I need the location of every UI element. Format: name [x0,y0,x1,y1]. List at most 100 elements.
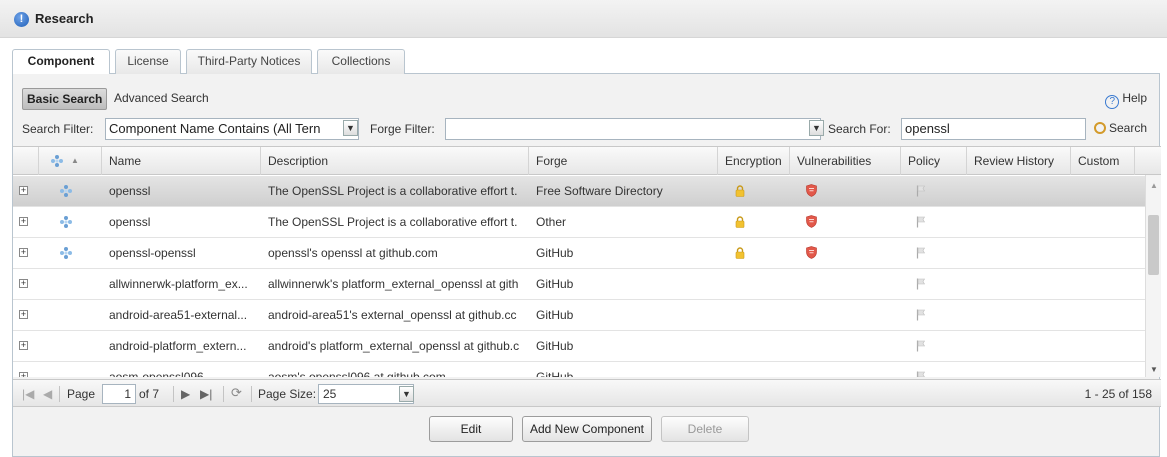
header-description[interactable]: Description [261,147,529,175]
scroll-thumb[interactable] [1148,215,1159,275]
search-input[interactable]: openssl [901,118,1086,140]
cell-forge: GitHub [536,339,574,353]
grid-header: ▲ Name Description Forge Encryption Vuln… [13,147,1161,175]
cell-name: openssl [109,184,151,198]
flag-icon[interactable] [916,185,926,197]
advanced-search-link[interactable]: Advanced Search [114,91,209,105]
cell-name: android-platform_extern... [109,339,247,353]
cell-forge: GitHub [536,277,574,291]
cell-name: openssl [109,215,151,229]
flag-icon[interactable] [916,216,926,228]
header-icon-col[interactable]: ▲ [39,147,102,175]
cell-description: android-area51's external_openssl at git… [268,308,517,322]
tab-collections[interactable]: Collections [317,49,405,74]
page-size-label: Page Size: [258,387,317,401]
component-panel: Basic Search Advanced Search ? Help Searc… [12,74,1161,457]
refresh-icon[interactable]: ⟳ [231,385,242,401]
cell-forge: GitHub [536,246,574,260]
component-cluster-icon [60,185,72,197]
table-row[interactable]: + android-platform_extern... android's pla… [13,331,1145,362]
help-icon: ? [1105,95,1120,109]
help-link[interactable]: ? Help [1105,91,1147,109]
prev-page-icon[interactable]: ◀ [43,387,52,401]
basic-search-button[interactable]: Basic Search [22,88,108,110]
action-bar: Edit Add New Component Delete [13,416,1161,442]
header-custom[interactable]: Custom [1071,147,1135,175]
shield-icon [806,246,817,259]
search-filter-label: Search Filter: [22,122,94,136]
cell-forge: GitHub [536,308,574,322]
page-number-input[interactable]: 1 [102,384,136,404]
expand-row-icon[interactable]: + [19,279,28,288]
flag-icon[interactable] [916,340,926,352]
flag-icon[interactable] [916,371,926,377]
pager-divider [173,386,174,402]
scroll-down-icon[interactable]: ▼ [1150,365,1158,374]
cell-description: openssl's openssl at github.com [268,246,438,260]
expand-row-icon[interactable]: + [19,186,28,195]
table-row[interactable]: + android-area51-external... android-area5… [13,300,1145,331]
delete-button[interactable]: Delete [661,416,749,442]
header-name[interactable]: Name [102,147,261,175]
search-filter-dropdown-icon[interactable]: ▼ [343,120,358,136]
table-row[interactable]: + openssl The OpenSSL Project is a collabo… [13,176,1145,207]
last-page-icon[interactable]: ▶| [200,387,212,401]
page-of-label: of 7 [139,387,160,401]
magnifier-icon [1093,122,1106,134]
table-row[interactable]: + openssl-openssl openssl's openssl at git… [13,238,1145,269]
tab-third-party-notices[interactable]: Third-Party Notices [186,49,312,74]
lock-icon [735,247,745,259]
cell-description: aosm's openssl096 at github.com [268,370,446,377]
expand-row-icon[interactable]: + [19,217,28,226]
header-expand-col [13,147,39,175]
first-page-icon[interactable]: |◀ [22,387,34,401]
flag-icon[interactable] [916,309,926,321]
search-filter-select[interactable]: Component Name Contains (All Tern [105,118,359,140]
header-review-history[interactable]: Review History [967,147,1071,175]
cell-forge: GitHub [536,370,574,377]
info-icon: ! [14,12,29,27]
cell-name: allwinnerwk-platform_ex... [109,277,248,291]
expand-row-icon[interactable]: + [19,341,28,350]
help-label: Help [1122,91,1147,105]
grid-scrollbar[interactable]: ▲ ▼ [1145,175,1161,377]
add-new-component-button[interactable]: Add New Component [522,416,652,442]
search-button[interactable]: Search [1093,121,1147,135]
forge-filter-dropdown-icon[interactable]: ▼ [809,120,824,136]
paging-toolbar: |◀ ◀ Page 1 of 7 ▶ ▶| ⟳ Page Size: 25 ▼ … [13,379,1161,407]
cell-description: allwinnerwk's platform_external_openssl … [268,277,519,291]
sort-asc-icon: ▲ [71,156,79,165]
page-size-dropdown-icon[interactable]: ▼ [399,386,414,402]
table-row[interactable]: + openssl The OpenSSL Project is a collabo… [13,207,1145,238]
forge-filter-select[interactable] [445,118,821,140]
expand-row-icon[interactable]: + [19,310,28,319]
header-forge[interactable]: Forge [529,147,718,175]
edit-button[interactable]: Edit [429,416,513,442]
expand-row-icon[interactable]: + [19,248,28,257]
cell-forge: Free Software Directory [536,184,663,198]
cell-description: The OpenSSL Project is a collaborative e… [268,184,518,198]
next-page-icon[interactable]: ▶ [181,387,190,401]
component-cluster-icon [60,216,72,228]
component-grid: ▲ Name Description Forge Encryption Vuln… [13,146,1161,377]
search-filter-value: Component Name Contains (All Tern [109,121,321,136]
tab-license[interactable]: License [115,49,181,74]
table-row[interactable]: + aosm-openssl096 aosm's openssl096 at git… [13,362,1145,377]
window-title: Research [35,11,94,26]
header-vulnerabilities[interactable]: Vulnerabilities [790,147,901,175]
scroll-up-icon[interactable]: ▲ [1150,181,1158,190]
table-row[interactable]: + allwinnerwk-platform_ex... allwinnerwk's… [13,269,1145,300]
component-cluster-icon [60,247,72,259]
pager-divider [59,386,60,402]
header-policy[interactable]: Policy [901,147,967,175]
component-cluster-icon [51,155,63,167]
pager-divider [251,386,252,402]
cell-description: The OpenSSL Project is a collaborative e… [268,215,518,229]
shield-icon [806,215,817,228]
cell-description: android's platform_external_openssl at g… [268,339,520,353]
flag-icon[interactable] [916,247,926,259]
flag-icon[interactable] [916,278,926,290]
tab-component[interactable]: Component [12,49,110,75]
expand-row-icon[interactable]: + [19,372,28,377]
header-encryption[interactable]: Encryption [718,147,790,175]
